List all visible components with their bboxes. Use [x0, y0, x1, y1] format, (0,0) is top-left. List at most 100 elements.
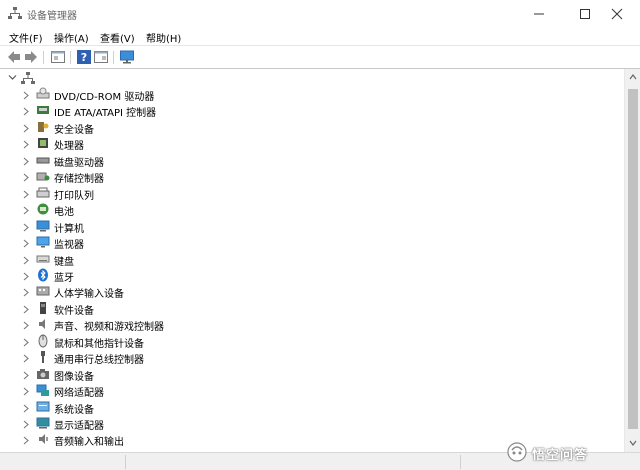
tree-node-label: 系统设备 [54, 404, 94, 416]
storage-controller-icon [36, 172, 50, 181]
chevron-right-icon[interactable] [23, 140, 29, 149]
tree-root-node[interactable] [0, 70, 200, 86]
tree-node-display-adapter[interactable]: 显示适配器 [0, 416, 400, 432]
chevron-right-icon[interactable] [23, 107, 29, 116]
chevron-right-icon[interactable] [23, 338, 29, 347]
menu-help[interactable]: 帮助(H) [146, 30, 181, 45]
chevron-right-icon[interactable] [23, 157, 29, 166]
tree-node-software-device[interactable]: 软件设备 [0, 301, 400, 317]
monitor-icon [36, 236, 50, 248]
watermark: 悟空问答 [500, 440, 635, 464]
monitor-icon[interactable] [119, 49, 135, 65]
tree-node-mouse[interactable]: 鼠标和其他指针设备 [0, 334, 400, 350]
properties-icon[interactable] [50, 49, 66, 65]
tree-node-label: 存储控制器 [54, 174, 104, 186]
chevron-right-icon[interactable] [23, 305, 29, 314]
details-icon[interactable] [93, 49, 109, 65]
help-icon[interactable]: ? [76, 49, 92, 65]
toolbar-separator [113, 51, 114, 64]
tree-node-computer[interactable]: 计算机 [0, 219, 400, 235]
chevron-right-icon[interactable] [23, 272, 29, 281]
minimize-button[interactable] [516, 0, 562, 27]
svg-text:?: ? [81, 51, 87, 64]
vertical-scrollbar[interactable] [624, 69, 640, 453]
imaging-icon [37, 368, 49, 379]
tree-node-sound[interactable]: 声音、视频和游戏控制器 [0, 317, 400, 333]
tree-node-security-device[interactable]: 安全设备 [0, 120, 400, 136]
sound-icon [39, 319, 45, 330]
tree-node-battery[interactable]: 电池 [0, 202, 400, 218]
close-icon [611, 8, 623, 20]
tree-node-ide-controller[interactable]: IDE ATA/ATAPI 控制器 [0, 103, 400, 119]
computer-icon [36, 220, 50, 232]
scroll-up-icon[interactable] [629, 73, 637, 81]
usb-icon [41, 351, 45, 364]
close-button[interactable] [594, 0, 640, 27]
toolbar: ? [0, 45, 640, 67]
ide-controller-icon [37, 106, 49, 115]
tree-node-label: 打印队列 [54, 190, 94, 202]
chevron-right-icon[interactable] [23, 420, 29, 429]
display-adapter-icon [36, 417, 50, 429]
tree-node-audio-io[interactable]: 音频输入和输出 [0, 432, 400, 448]
chevron-right-icon[interactable] [23, 206, 29, 215]
tree-node-label: 键盘 [54, 256, 74, 268]
tree-node-imaging[interactable]: 图像设备 [0, 367, 400, 383]
chevron-right-icon[interactable] [23, 436, 29, 445]
tree-node-network[interactable]: 网络适配器 [0, 383, 400, 399]
chevron-right-icon[interactable] [23, 124, 29, 133]
chevron-right-icon[interactable] [23, 404, 29, 413]
watermark-logo-icon [507, 442, 527, 462]
tree-node-system[interactable]: 系统设备 [0, 400, 400, 416]
tree-node-dvd-drive[interactable]: DVD/CD-ROM 驱动器 [0, 87, 400, 103]
tree-node-processor[interactable]: 处理器 [0, 136, 400, 152]
watermark-text: 悟空问答 [532, 448, 589, 463]
chevron-right-icon[interactable] [23, 387, 29, 396]
back-icon[interactable] [6, 49, 22, 65]
security-device-icon [38, 121, 49, 132]
scrollbar-thumb[interactable] [628, 89, 638, 429]
minimize-icon [534, 13, 544, 15]
chevron-right-icon[interactable] [23, 371, 29, 380]
chevron-right-icon[interactable] [23, 321, 29, 330]
maximize-icon [580, 9, 590, 19]
tree-node-label: 图像设备 [54, 371, 94, 383]
tree-node-hid[interactable]: 人体学输入设备 [0, 284, 400, 300]
chevron-right-icon[interactable] [23, 91, 29, 100]
processor-icon [38, 138, 48, 149]
tree-node-bluetooth[interactable]: 蓝牙 [0, 268, 400, 284]
disk-drive-icon [36, 157, 50, 164]
chevron-right-icon[interactable] [23, 190, 29, 199]
chevron-right-icon[interactable] [23, 354, 29, 363]
chevron-down-icon[interactable] [8, 73, 17, 82]
tree-node-label: 安全设备 [54, 124, 94, 136]
device-manager-icon [8, 7, 22, 19]
tree-node-keyboard[interactable]: 键盘 [0, 252, 400, 268]
tree-node-usb[interactable]: 通用串行总线控制器 [0, 350, 400, 366]
chevron-right-icon[interactable] [23, 256, 29, 265]
toolbar-separator [43, 51, 44, 64]
menu-bar: 文件(F) 操作(A) 查看(V) 帮助(H) [0, 27, 640, 45]
tree-node-disk-drive[interactable]: 磁盘驱动器 [0, 153, 400, 169]
tree-node-printer[interactable]: 打印队列 [0, 186, 400, 202]
hid-icon [36, 286, 50, 296]
menu-action[interactable]: 操作(A) [54, 30, 89, 45]
network-icon [36, 384, 49, 397]
mouse-icon [38, 334, 48, 348]
chevron-right-icon[interactable] [23, 173, 29, 182]
software-device-icon [40, 301, 46, 314]
tree-node-storage-controller[interactable]: 存储控制器 [0, 169, 400, 185]
chevron-right-icon[interactable] [23, 288, 29, 297]
computer-icon [21, 72, 35, 84]
menu-view[interactable]: 查看(V) [100, 30, 135, 45]
chevron-right-icon[interactable] [23, 223, 29, 232]
toolbar-separator [70, 51, 71, 64]
chevron-right-icon[interactable] [23, 239, 29, 248]
tree-node-monitor[interactable]: 监视器 [0, 235, 400, 251]
menu-file[interactable]: 文件(F) [9, 30, 43, 45]
forward-icon[interactable] [23, 49, 39, 65]
keyboard-icon [36, 255, 50, 262]
system-icon [36, 401, 50, 412]
tree-node-label: 蓝牙 [54, 272, 74, 284]
tree-node-label: 人体学输入设备 [54, 289, 124, 301]
